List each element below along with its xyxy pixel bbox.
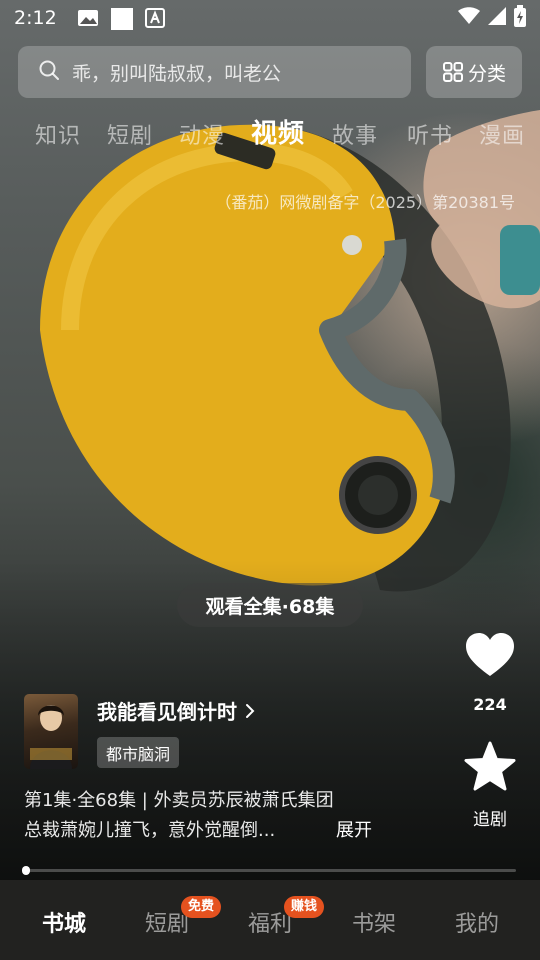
status-bar: 2:12 [0,0,540,36]
earn-badge: 赚钱 [284,896,325,918]
drama-title-link[interactable]: 我能看见倒计时 [97,696,255,725]
progress-handle[interactable] [22,866,30,875]
like-count: 224 [473,695,507,714]
nav-bookshelf-label: 书架 [351,912,396,937]
like-button[interactable] [462,628,518,684]
search-placeholder: 乖，别叫陆叔叔，叫老公 [72,62,282,85]
drama-cover-image[interactable] [24,694,78,769]
tab-audiobook[interactable]: 听书 [407,118,453,150]
tab-video[interactable]: 视频 [251,113,305,150]
nav-bookstore-label: 书城 [41,912,86,937]
description-line-1: 第1集·全68集 | 外卖员苏辰被萧氏集团 [24,790,334,811]
genre-tag[interactable]: 都市脑洞 [97,737,180,768]
wifi-icon [458,6,480,30]
nav-bookstore[interactable]: 书城 [12,906,116,938]
expand-button[interactable]: 展开 [336,816,372,846]
license-text: （番茄）网微剧备字（2025）第20381号 [215,193,515,212]
nav-bookshelf[interactable]: 书架 [322,906,426,938]
image-notification-icon [77,8,99,28]
status-right [458,4,526,32]
battery-icon [514,4,526,32]
nav-short-drama-label: 短剧 [144,912,189,937]
category-button[interactable]: 分类 [426,46,522,98]
star-icon [464,741,516,791]
genre-tag-label: 都市脑洞 [106,744,171,764]
tab-knowledge[interactable]: 知识 [35,118,81,150]
grid-icon [442,62,463,82]
status-time: 2:12 [14,7,57,29]
tab-comic[interactable]: 漫画 [479,118,525,150]
nav-rewards-label: 福利 [247,912,292,937]
tab-anime[interactable]: 动漫 [179,118,225,150]
search-icon [38,59,60,85]
signal-icon [488,6,506,30]
chevron-right-icon [246,703,255,718]
font-notification-icon [144,8,167,28]
heart-icon [466,633,514,676]
nav-profile-label: 我的 [454,912,499,937]
tab-story[interactable]: 故事 [332,118,378,150]
channel-tabs: 知识 短剧 动漫 视频 故事 听书 漫画 [0,110,540,154]
follow-label: 追剧 [473,810,507,830]
drama-title: 我能看见倒计时 [97,700,237,724]
video-progress-bar[interactable] [24,869,516,872]
description-line-2: 总裁萧婉儿撞飞，意外觉醒倒... [24,820,276,841]
watch-all-label: 观看全集·68集 [205,595,335,618]
free-badge: 免费 [181,896,222,918]
watch-all-button[interactable]: 观看全集·68集 [177,583,363,627]
blank-notification-icon [110,8,133,30]
bottom-nav: 书城 短剧 免费 福利 赚钱 书架 我的 [0,880,540,960]
episode-description: 第1集·全68集 | 外卖员苏辰被萧氏集团 总裁萧婉儿撞飞，意外觉醒倒... [24,786,384,846]
category-label: 分类 [467,62,506,85]
tab-short-drama[interactable]: 短剧 [107,118,153,150]
search-input[interactable]: 乖，别叫陆叔叔，叫老公 [18,46,411,98]
follow-button[interactable] [462,740,518,796]
nav-profile[interactable]: 我的 [425,906,529,938]
